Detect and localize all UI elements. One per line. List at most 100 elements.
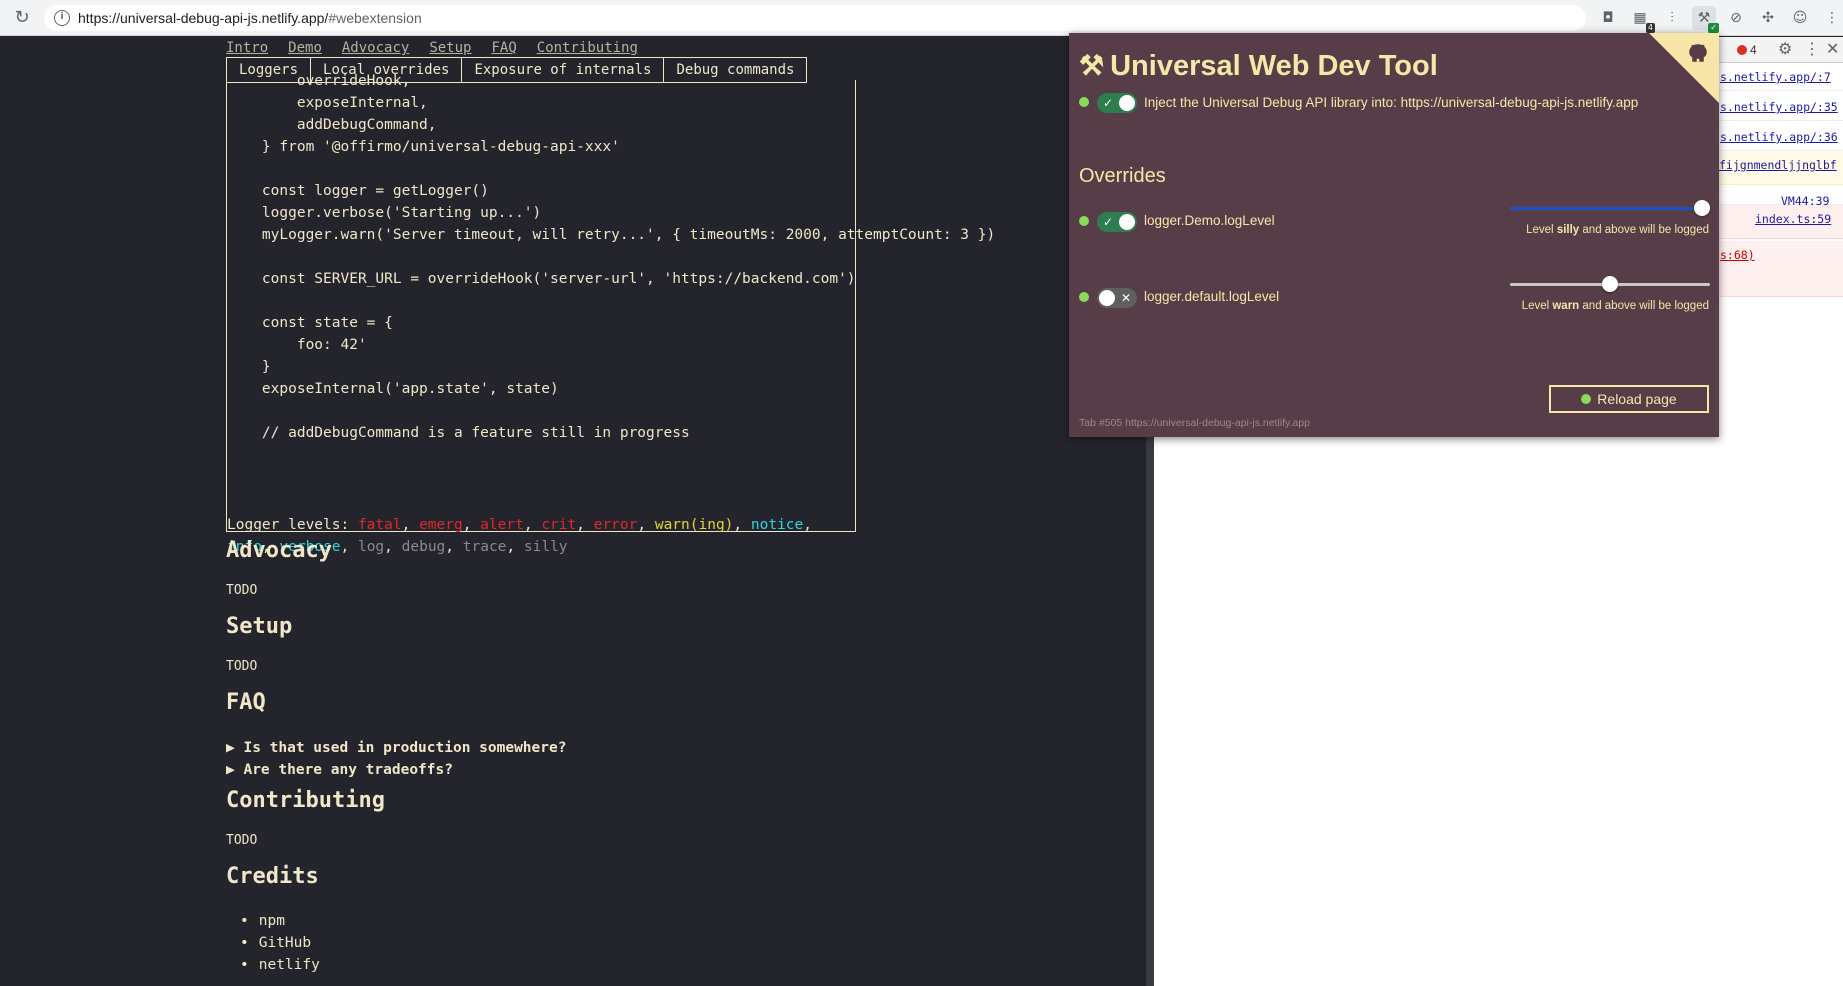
dev-tool-ext-icon[interactable]: ⚒ ✓ — [1692, 6, 1719, 33]
level-fatal: fatal — [357, 517, 402, 533]
code-line: overrideHook, — [227, 73, 411, 89]
extension-popup: ⚒ Universal Web Dev Tool ✓ Inject the Uni… — [1069, 33, 1719, 437]
close-icon[interactable]: ✕ — [1826, 40, 1839, 58]
status-dot — [1581, 394, 1592, 404]
nav-link-contributing[interactable]: Contributing — [537, 40, 638, 56]
code-line: foo: 42' — [227, 337, 367, 353]
log-level-slider[interactable] — [1510, 276, 1710, 292]
code-line: const state = { — [227, 315, 393, 331]
nav-link-intro[interactable]: Intro — [226, 40, 268, 56]
pocket-icon[interactable]: ◘ — [1596, 6, 1620, 30]
slider-caption: Level silly and above will be logged — [1526, 224, 1709, 236]
log-level-slider[interactable] — [1510, 200, 1710, 216]
credit-link-npm[interactable]: npm — [240, 913, 285, 929]
caption-level: warn — [1552, 300, 1580, 312]
profile-icon-glyph: ☺ — [1792, 10, 1808, 26]
faq-item[interactable]: ▶ Is that used in production somewhere? — [226, 740, 566, 756]
override-key: logger.default.logLevel — [1144, 289, 1280, 304]
nav-link-setup[interactable]: Setup — [429, 40, 471, 56]
source-link[interactable]: s:68) — [1720, 247, 1755, 263]
advocacy-heading: Advocacy — [226, 538, 332, 563]
code-line: } — [227, 359, 271, 375]
level-silly: silly — [523, 539, 568, 555]
code-line: addDebugCommand, — [227, 117, 437, 133]
slash-ext-icon-glyph: ⊘ — [1730, 10, 1742, 26]
caption-pre: Level — [1521, 300, 1553, 312]
toggle-knob — [1099, 290, 1115, 306]
url-text[interactable]: https://universal-debug-api-js.netlify.a… — [78, 9, 422, 27]
profile-icon[interactable]: ☺ — [1788, 6, 1812, 30]
caption-post: and above will be logged — [1579, 300, 1709, 312]
source-link[interactable]: s.netlify.app/:36 — [1720, 129, 1838, 145]
contributing-heading: Contributing — [226, 788, 385, 813]
level-trace: trace — [462, 539, 507, 555]
nav-link-faq[interactable]: FAQ — [491, 40, 516, 56]
code-line: logger.verbose('Starting up...') — [227, 205, 542, 221]
level-log: log — [357, 539, 385, 555]
gear-icon[interactable]: ⚙ — [1778, 40, 1792, 58]
override-toggle[interactable]: ✓ — [1097, 212, 1137, 232]
code-sample: overrideHook, exposeInternal, addDebugCo… — [227, 70, 995, 444]
faq-item[interactable]: ▶ Are there any tradeoffs? — [226, 762, 453, 778]
site-info-icon[interactable]: i — [54, 10, 70, 26]
kebab-menu-icon-glyph: ⋮ — [1825, 10, 1839, 26]
slash-ext-icon[interactable]: ⊘ — [1724, 6, 1748, 30]
error-count[interactable]: 4 — [1737, 42, 1757, 58]
caption-pre: Level — [1526, 224, 1557, 236]
faq-heading: FAQ — [226, 690, 266, 715]
setup-body: TODO — [226, 659, 258, 674]
tools-icon: ⚒ — [1079, 50, 1105, 81]
source-link[interactable]: index.ts:59 — [1755, 211, 1831, 227]
slider-caption: Level warn and above will be logged — [1522, 300, 1709, 312]
green-ext-icon[interactable]: ▦ 4 — [1628, 6, 1655, 33]
slider-thumb[interactable] — [1694, 200, 1710, 216]
level-debug: debug — [401, 539, 446, 555]
source-link[interactable]: fijgnmendljjnglbf — [1719, 157, 1837, 173]
toggle-knob — [1119, 95, 1135, 111]
level-alert: alert — [480, 517, 524, 533]
source-link[interactable]: s.netlify.app/:7 — [1720, 69, 1831, 85]
kebab-menu-icon[interactable]: ⋮ — [1804, 40, 1820, 58]
puzzle-icon-glyph: ✣ — [1762, 10, 1774, 26]
main-page: Intro Demo Advocacy Setup FAQ Contributing Lo… — [0, 37, 1146, 986]
reload-page-button[interactable]: Reload page — [1549, 385, 1709, 413]
status-dot — [1079, 216, 1089, 226]
puzzle-icon[interactable]: ✣ — [1756, 6, 1780, 30]
bars-ext-icon-glyph: ⫶ — [1670, 10, 1674, 26]
nav-link-advocacy[interactable]: Advocacy — [342, 40, 409, 56]
level-error: error — [593, 517, 638, 533]
setup-heading: Setup — [226, 614, 293, 639]
github-octocat-icon[interactable] — [1683, 39, 1713, 69]
inject-toggle[interactable]: ✓ — [1097, 93, 1137, 113]
check-icon: ✓ — [1103, 96, 1114, 110]
nav-link-demo[interactable]: Demo — [288, 40, 322, 56]
level-crit: crit — [541, 517, 577, 533]
slider-thumb[interactable] — [1602, 276, 1618, 292]
address-bar[interactable]: i https://universal-debug-api-js.netlify… — [44, 5, 1586, 31]
error-icon — [1737, 45, 1747, 55]
credits-heading: Credits — [226, 864, 319, 889]
code-line: myLogger.warn('Server timeout, will retr… — [227, 227, 996, 243]
pocket-icon-glyph: ◘ — [1602, 10, 1614, 26]
status-dot — [1079, 97, 1089, 107]
kebab-menu-icon[interactable]: ⋮ — [1820, 6, 1843, 30]
reload-icon[interactable]: ↻ — [12, 8, 32, 28]
extensions-bar: ◘ ▦ 4 ⫶ ⚒ ✓ ⊘ ✣ ☺ ⋮ — [1596, 6, 1843, 33]
close-icon: ✕ — [1120, 291, 1131, 305]
toggle-knob — [1119, 214, 1135, 230]
credit-link-github[interactable]: GitHub — [240, 935, 311, 951]
caption-level: silly — [1556, 224, 1580, 236]
status-dot — [1079, 292, 1089, 302]
levels-prefix: Logger levels: — [227, 517, 358, 533]
credit-link-netlify[interactable]: netlify — [240, 957, 320, 973]
override-toggle[interactable]: ✕ — [1097, 288, 1137, 308]
green-ext-icon-glyph: ▦ — [1633, 10, 1647, 26]
code-line: exposeInternal, — [227, 95, 428, 111]
bars-ext-icon[interactable]: ⫶ — [1660, 6, 1684, 30]
code-line: const logger = getLogger() — [227, 183, 489, 199]
source-link[interactable]: s.netlify.app/:35 — [1720, 99, 1838, 115]
